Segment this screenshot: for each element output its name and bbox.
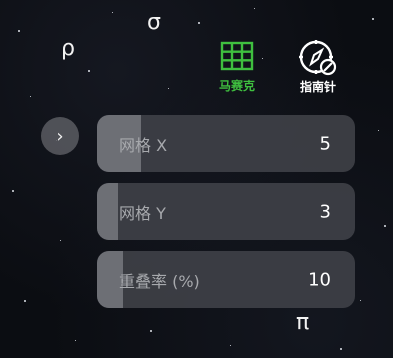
star — [88, 70, 90, 72]
star-label-rho: ρ — [61, 36, 75, 61]
slider-value: 5 — [319, 133, 331, 154]
mosaic-tool-button[interactable]: 马赛克 — [207, 41, 267, 94]
star — [360, 300, 361, 301]
star — [198, 22, 200, 24]
star — [75, 340, 76, 341]
star — [372, 18, 374, 20]
sky-view[interactable]: ρ σ π 马赛克 指南针 › 网格 X 5 网格 Y 3 重叠率 (%) 10 — [0, 0, 393, 358]
slider-value: 10 — [308, 269, 331, 290]
compass-tool-label: 指南针 — [299, 80, 336, 94]
star — [230, 345, 231, 346]
expand-panel-button[interactable]: › — [41, 117, 79, 155]
star — [150, 330, 152, 332]
star — [12, 190, 14, 192]
slider-fill — [97, 183, 118, 240]
star-label-pi: π — [296, 310, 310, 335]
mosaic-tool-label: 马赛克 — [218, 79, 255, 93]
grid-icon — [220, 41, 254, 71]
star — [384, 225, 386, 227]
star — [60, 240, 61, 241]
star — [168, 88, 169, 89]
star — [378, 130, 379, 131]
star — [24, 300, 26, 302]
grid-y-slider[interactable]: 网格 Y 3 — [97, 183, 355, 240]
star — [254, 8, 255, 9]
slider-label: 网格 Y — [119, 203, 166, 223]
overlap-slider[interactable]: 重叠率 (%) 10 — [97, 251, 355, 308]
slider-value: 3 — [319, 201, 331, 222]
star — [18, 30, 20, 32]
slider-label: 网格 X — [119, 135, 168, 155]
grid-x-slider[interactable]: 网格 X 5 — [97, 115, 355, 172]
star — [340, 348, 342, 350]
chevron-right-icon: › — [56, 125, 64, 147]
compass-tool-button[interactable]: 指南针 — [288, 38, 348, 95]
star — [112, 12, 113, 13]
star — [30, 96, 31, 97]
compass-off-icon — [299, 40, 337, 76]
slider-label: 重叠率 (%) — [119, 271, 200, 291]
star-label-sigma: σ — [147, 10, 161, 35]
